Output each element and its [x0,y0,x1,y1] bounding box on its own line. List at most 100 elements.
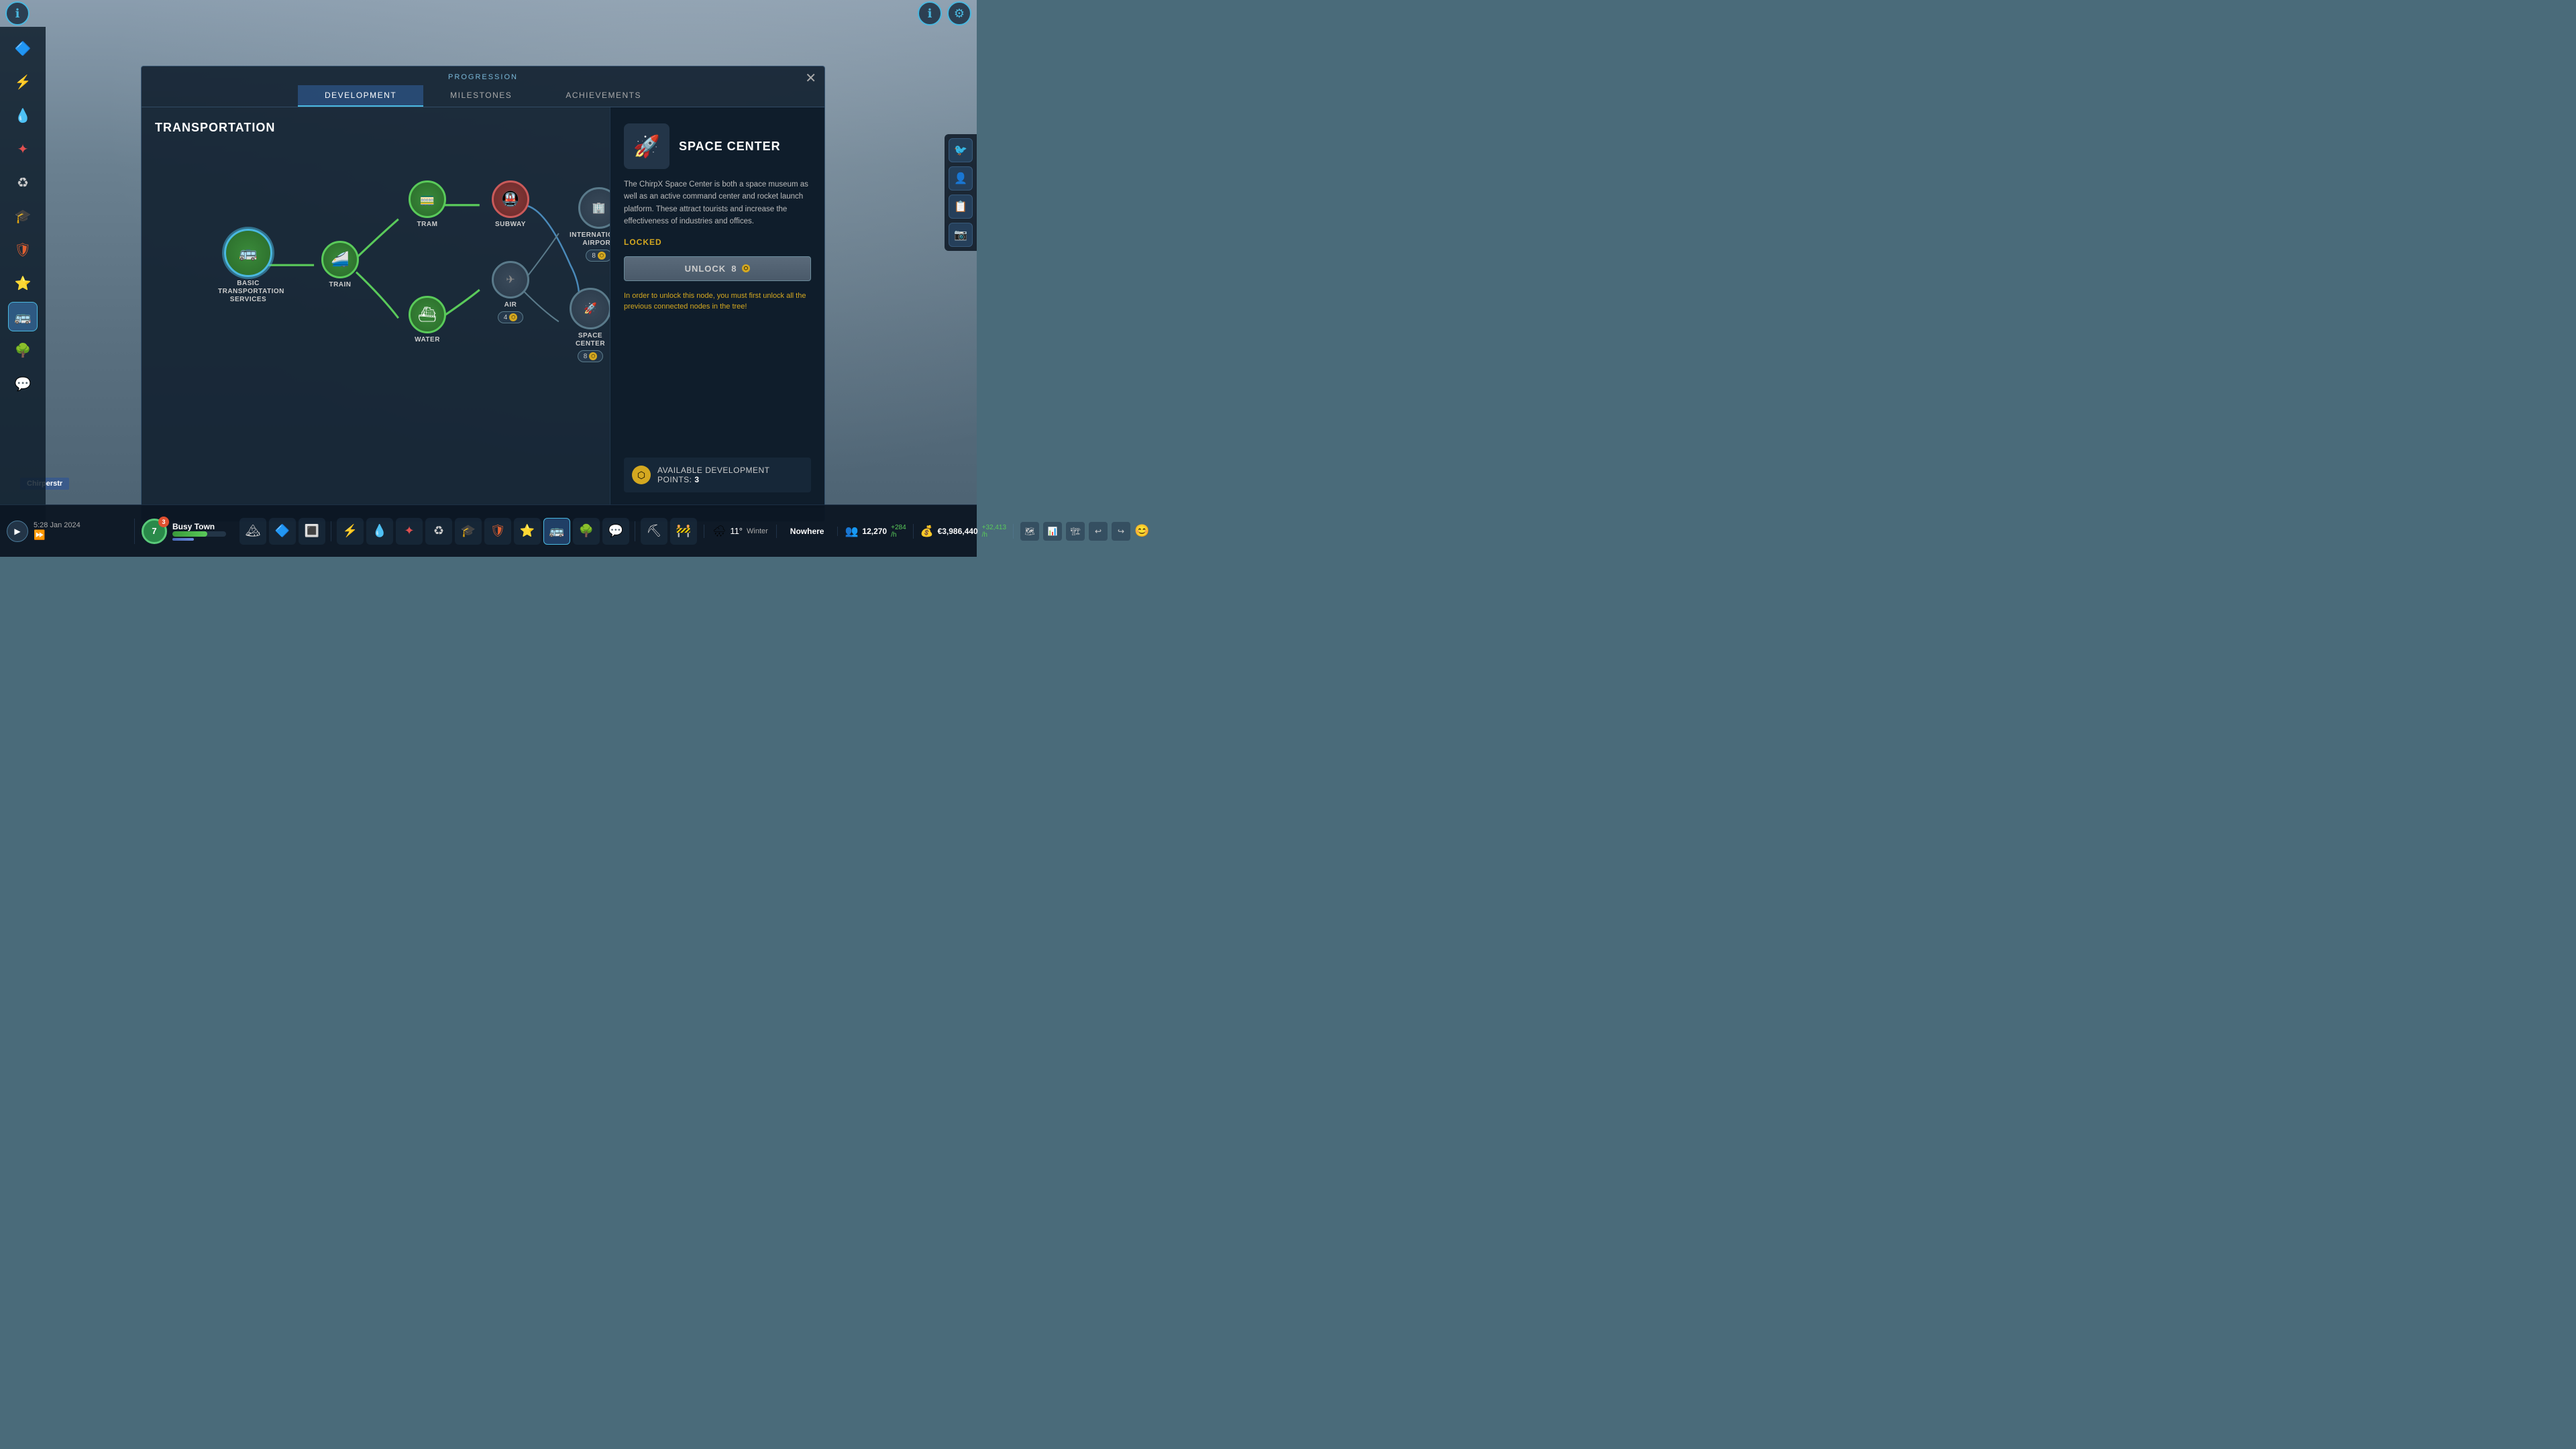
bottom-right-controls: 🗺 📊 🏗 ↩ ↪ 😊 [1014,522,1156,541]
sidebar-item-water[interactable]: 💧 [8,101,38,130]
weather-temp: 11° [730,526,743,536]
help-button[interactable]: ℹ [918,1,942,25]
settings-button[interactable]: ⚙ [947,1,971,25]
sidebar-item-transport[interactable]: 🚌 [8,302,38,331]
left-sidebar: 🔷 ⚡ 💧 ✦ ♻ 🎓 🛡 ⭐ 🚌 🌳 💬 [0,27,46,530]
sidebar-item-parks[interactable]: 🌳 [8,335,38,365]
weather-season: Winter [747,527,768,535]
sidebar-item-communication[interactable]: 💬 [8,369,38,398]
close-button[interactable]: ✕ [805,72,816,85]
top-bar: ℹ ℹ ⚙ [0,0,977,27]
sidebar-item-fire[interactable]: 🛡 [8,235,38,264]
toolbar-icon-police[interactable]: ⭐ [514,518,541,545]
happiness-icon: 😊 [1134,524,1149,538]
toolbar-icon-education[interactable]: 🎓 [455,518,482,545]
location-info: Nowhere [777,527,839,536]
unlock-cost: 8 [731,264,737,274]
tab-development[interactable]: DEVELOPMENT [298,85,423,107]
info-item-description: The ChirpX Space Center is both a space … [624,178,811,228]
tree-area: TRANSPORTATION [142,107,610,508]
node-international-airport[interactable]: 🏢 INTERNATIONAL AIRPORT 8 ⬡ [570,187,610,262]
unlock-warning: In order to unlock this node, you must f… [624,290,811,313]
node-tram[interactable]: 🚃 TRAM [409,180,446,229]
stats-button[interactable]: 📋 [949,195,973,219]
info-item-icon: 🚀 [624,123,669,169]
info-header: 🚀 SPACE CENTER [624,123,811,169]
sidebar-item-police[interactable]: ⭐ [8,268,38,298]
toolbar-icon-fire[interactable]: 🛡 [484,518,511,545]
map-button[interactable]: 🗺 [1020,522,1039,541]
unlock-button[interactable]: UNLOCK 8 ⬡ [624,256,811,281]
weather-icon: 🌧 [712,525,726,538]
fire-icon: 🛡 [14,241,31,258]
sidebar-item-education[interactable]: 🎓 [8,201,38,231]
toolbar-icon-demolish[interactable]: ⛏ [641,518,667,545]
money-delta: +32,413 /h [982,524,1006,539]
citizen-button[interactable]: 👤 [949,166,973,191]
money-stat: 💰 €3,986,440 +32,413 /h [914,524,1014,539]
redo-button[interactable]: ↪ [1112,522,1130,541]
notification-badge: 3 [158,517,169,527]
sidebar-item-health[interactable]: ✦ [8,134,38,164]
unlock-label: UNLOCK [685,264,727,274]
section-title: TRANSPORTATION [155,121,596,135]
panel-content: TRANSPORTATION [142,107,824,508]
population-stat: 👥 12,270 +284 /h [838,524,913,539]
panel-tabs: DEVELOPMENT MILESTONES ACHIEVEMENTS [142,85,824,107]
toolbar-icon-communication[interactable]: 💬 [602,518,629,545]
toolbar-icon-health[interactable]: ✦ [396,518,423,545]
speed-button[interactable]: ⏩ [34,529,45,541]
toolbar-icon-roads[interactable]: 🔷 [269,518,296,545]
panel-header: PROGRESSION DEVELOPMENT MILESTONES ACHIE… [142,66,824,107]
location-name: Nowhere [790,527,824,536]
sidebar-item-garbage[interactable]: ♻ [8,168,38,197]
toolbar-icon-zones[interactable]: 🔳 [299,518,325,545]
chart-button[interactable]: 📊 [1043,522,1062,541]
city-name-block: Busy Town [172,522,226,541]
node-space-center[interactable]: 🚀 SPACE CENTER 8 ⬡ [570,288,610,362]
roads-icon: 🔷 [15,40,32,57]
toolbar-icon-transport[interactable]: 🚌 [543,518,570,545]
police-icon: ⭐ [15,275,32,292]
parks-icon: 🌳 [15,342,32,359]
toolbar-icon-parks[interactable]: 🌳 [573,518,600,545]
population-delta: +284 /h [891,524,906,539]
chirp-button[interactable]: 🐦 [949,138,973,162]
undo-button[interactable]: ↩ [1089,522,1108,541]
xp-bar [172,531,226,541]
play-button[interactable]: ▶ [7,521,28,542]
garbage-icon: ♻ [17,174,29,191]
points-text: AVAILABLE DEVELOPMENT POINTS: 3 [657,466,803,484]
node-water[interactable]: ⛴ WATER [409,296,446,344]
right-panel-buttons: 🐦 👤 📋 📷 [945,134,977,251]
bottom-bar: ▶ 5:28 Jan 2024 ⏩ 7 3 Busy Town 🏔 🔷 [0,504,977,557]
info-button[interactable]: ℹ [5,1,30,25]
points-value: 3 [694,475,699,484]
toolbar-icon-water[interactable]: 💧 [366,518,393,545]
money-icon: 💰 [920,525,934,538]
toolbar-icon-landscape[interactable]: 🏔 [239,518,266,545]
population-icon: 👥 [845,525,858,538]
node-basic-transportation[interactable]: 🚌 BASIC TRANSPORTATION SERVICES [218,229,278,304]
sidebar-item-roads[interactable]: 🔷 [8,34,38,63]
camera-button[interactable]: 📷 [949,223,973,247]
weather-info: 🌧 11° Winter [704,525,777,538]
node-subway[interactable]: 🚇 SUBWAY [492,180,529,229]
toolbar-icon-garbage[interactable]: ♻ [425,518,452,545]
toolbar-icon-bulldoze[interactable]: 🚧 [670,518,697,545]
tab-achievements[interactable]: ACHIEVEMENTS [539,85,668,107]
node-train[interactable]: 🚄 TRAIN [321,241,359,289]
toolbar-icon-electricity[interactable]: ⚡ [337,518,364,545]
sidebar-item-electricity[interactable]: ⚡ [8,67,38,97]
tab-milestones[interactable]: MILESTONES [423,85,539,107]
available-points: ⬡ AVAILABLE DEVELOPMENT POINTS: 3 [624,458,811,492]
center-toolbar: 🏔 🔷 🔳 ⚡ 💧 ✦ ♻ 🎓 🛡 ⭐ 🚌 🌳 💬 ⛏ 🚧 [233,518,704,545]
time-controls: ▶ 5:28 Jan 2024 ⏩ [0,521,134,542]
build-button[interactable]: 🏗 [1066,522,1085,541]
panel-title: PROGRESSION [142,73,824,81]
unlock-cost-icon: ⬡ [742,264,750,272]
node-air[interactable]: ✈ AIR 4 ⬡ [492,261,529,323]
money-value: €3,986,440 [938,527,978,536]
communication-icon: 💬 [15,376,32,392]
city-name: Busy Town [172,522,226,531]
